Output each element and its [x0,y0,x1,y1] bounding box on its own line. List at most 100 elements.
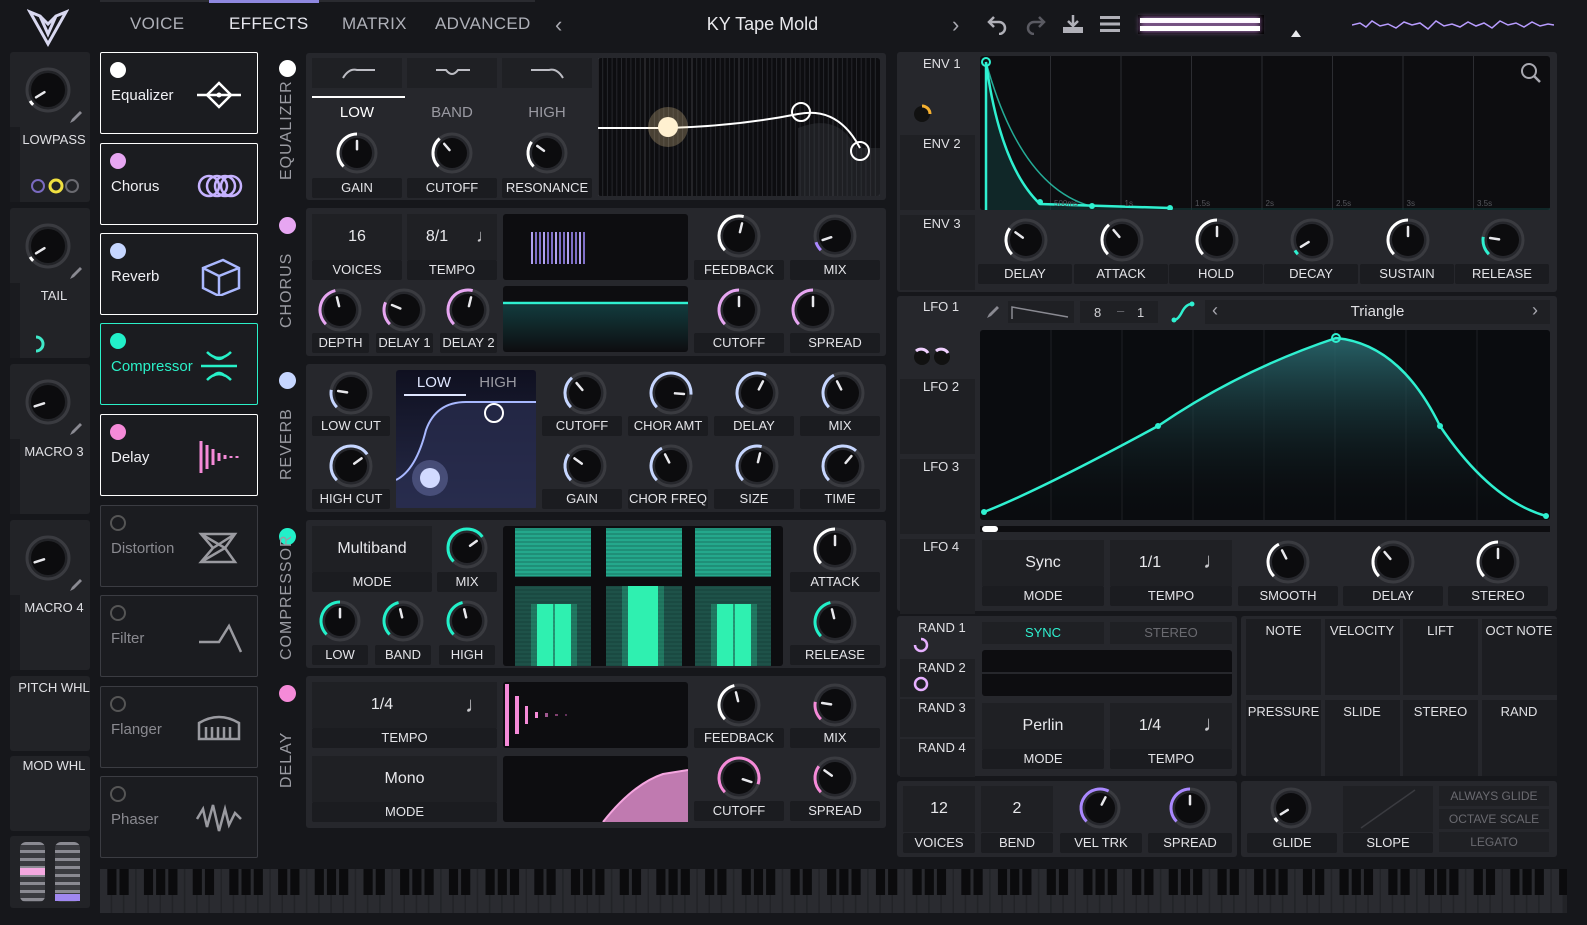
mod-source-slide[interactable]: SLIDE [1324,700,1400,776]
compressor-attack-knob[interactable] [812,526,858,572]
env-hold-knob[interactable] [1194,217,1240,263]
lfo-tempo-value[interactable]: 1/1 [1110,554,1190,572]
fx-reverb-toggle[interactable] [110,243,126,259]
env-3-label[interactable]: ENV 3 [923,216,961,231]
lfo-4-label[interactable]: LFO 4 [923,539,959,554]
next-preset-icon[interactable]: › [952,12,959,38]
env-delay-knob[interactable] [1003,217,1049,263]
env-1-label[interactable]: ENV 1 [923,56,961,71]
lfo-delay-knob[interactable] [1370,539,1416,585]
eq-band-shape-1[interactable] [407,58,497,88]
fx-card-distortion[interactable]: Distortion [100,505,258,587]
fx-card-phaser[interactable]: Phaser [100,776,258,858]
fx-card-delay[interactable]: Delay [100,414,258,496]
lfo-smooth-icon[interactable] [1170,300,1196,324]
rand-1-label[interactable]: RAND 1 [918,620,966,635]
reverb-chor-amt-knob[interactable] [648,370,694,416]
pitch-wheel[interactable] [20,842,45,902]
lfo-graph[interactable] [980,330,1550,520]
mod-wheel[interactable] [55,842,80,902]
keyboard[interactable] [100,869,1569,913]
chorus-delay-2-knob[interactable] [445,287,491,333]
delay-feedback-knob[interactable] [716,682,762,728]
macro-1-knob[interactable] [24,66,72,114]
reverb-delay-knob[interactable] [734,370,780,416]
vel-trk-knob[interactable] [1078,786,1122,830]
rand-mode-value[interactable]: Perlin [982,717,1104,735]
eq-band-tab-2[interactable]: HIGH [502,104,592,121]
env-release-knob[interactable] [1480,217,1526,263]
eq-band-tab-0[interactable]: LOW [312,104,402,121]
reverb-size-knob[interactable] [734,443,780,489]
zoom-icon[interactable] [1520,62,1542,84]
fx-card-filter[interactable]: Filter [100,595,258,677]
compressor-band-knob[interactable] [381,599,425,643]
fx-filter-toggle[interactable] [110,605,126,621]
reverb-mix-knob[interactable] [820,370,866,416]
chorus-tempo-value[interactable]: 8/1 [407,228,467,246]
chorus-voices-value[interactable]: 16 [312,228,402,246]
rand-3-label[interactable]: RAND 3 [918,700,966,715]
menu-icon[interactable] [1100,15,1120,33]
reverb-gain-knob[interactable] [562,443,608,489]
slope-display[interactable] [1343,786,1433,832]
voices-value[interactable]: 12 [903,800,975,818]
lfo-3-label[interactable]: LFO 3 [923,459,959,474]
tab-matrix[interactable]: MATRIX [342,14,407,34]
delay-spread-knob[interactable] [812,755,858,801]
fx-compressor-toggle[interactable] [110,333,126,349]
env-attack-knob[interactable] [1099,217,1145,263]
reverb-high-cut-knob[interactable] [328,443,374,489]
env-decay-knob[interactable] [1289,217,1335,263]
chorus-feedback-knob[interactable] [716,213,762,259]
compressor-mix-knob[interactable] [445,526,489,570]
prev-preset-icon[interactable]: ‹ [555,12,562,38]
spread-knob[interactable] [1168,786,1212,830]
chorus-note-icon[interactable]: ♩ [476,226,494,247]
rand-2-label[interactable]: RAND 2 [918,660,966,675]
fx-card-equalizer[interactable]: Equalizer [100,52,258,134]
compressor-release-knob[interactable] [812,599,858,645]
delay-note-icon[interactable]: ♩ [465,692,487,718]
reverb-low-cut-knob[interactable] [328,370,374,416]
lfo-edit-icon[interactable] [984,303,1004,321]
lfo-stereo-knob[interactable] [1475,539,1521,585]
lfo-2-label[interactable]: LFO 2 [923,379,959,394]
redo-icon[interactable] [1025,13,1047,36]
chorus-enable-toggle[interactable] [279,217,296,234]
eq-band-tab-1[interactable]: BAND [407,104,497,121]
envelope-graph[interactable] [980,56,1550,211]
env-sustain-knob[interactable] [1385,217,1431,263]
env-2-label[interactable]: ENV 2 [923,136,961,151]
fx-phaser-toggle[interactable] [110,786,126,802]
mod-source-note[interactable]: NOTE [1246,619,1321,695]
fx-equalizer-toggle[interactable] [110,62,126,78]
macro-4-knob[interactable] [24,534,72,582]
preset-name[interactable]: KY Tape Mold [640,14,885,35]
legato-toggle[interactable]: LEGATO [1439,832,1549,852]
compressor-mode-value[interactable]: Multiband [312,540,432,558]
lfo-1-label[interactable]: LFO 1 [923,299,959,314]
eq-gain-knob[interactable] [335,131,379,175]
tab-advanced[interactable]: ADVANCED [435,14,531,34]
chorus-delay-1-knob[interactable] [381,287,427,333]
delay-cutoff-knob[interactable] [716,755,762,801]
delay-mix-knob[interactable] [812,682,858,728]
compressor-band-display[interactable] [503,526,783,666]
save-icon[interactable] [1061,13,1085,35]
rand-sync-toggle[interactable]: SYNC [982,622,1104,644]
reverb-tab-high[interactable]: HIGH [468,374,528,391]
rand-tempo-value[interactable]: 1/4 [1110,717,1190,735]
chorus-spread-knob[interactable] [790,287,836,333]
chorus-mix-knob[interactable] [812,213,858,259]
delay-tempo-value[interactable]: 1/4 [312,696,452,714]
fx-distortion-toggle[interactable] [110,515,126,531]
mod-source-pressure[interactable]: PRESSURE [1246,700,1321,776]
reverb-tab-low[interactable]: LOW [404,374,464,391]
eq-graph[interactable] [597,58,880,196]
macro-4-edit-icon[interactable] [68,577,84,593]
macro-3-edit-icon[interactable] [68,421,84,437]
rand-4-label[interactable]: RAND 4 [918,740,966,755]
eq-band-shape-2[interactable] [502,58,592,88]
compressor-low-knob[interactable] [318,599,362,643]
